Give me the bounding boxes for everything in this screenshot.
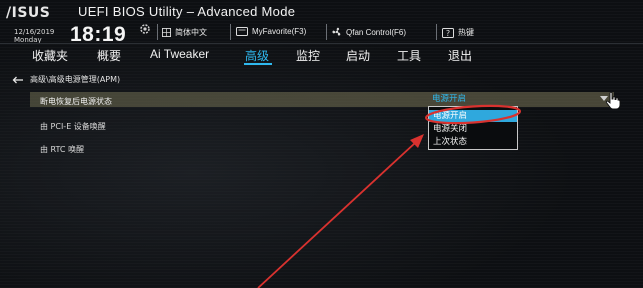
date-display: 12/16/2019 — [14, 28, 55, 36]
language-button[interactable]: 简体中文 — [162, 27, 207, 38]
tab-boot[interactable]: 启动 — [346, 47, 370, 64]
setting-rtc-wake-label[interactable]: 由 RTC 唤醒 — [40, 144, 84, 155]
language-label: 简体中文 — [175, 28, 207, 37]
tab-ai-tweaker[interactable]: Ai Tweaker — [150, 47, 209, 61]
select-current-value: 电源开启 — [432, 94, 467, 104]
svg-text:?: ? — [446, 29, 450, 38]
tab-overview[interactable]: 概要 — [97, 47, 121, 64]
separator — [326, 24, 327, 40]
gear-icon[interactable] — [139, 23, 151, 35]
asus-logo: /ISUS — [6, 5, 51, 21]
annotation-arrow-line — [257, 142, 416, 288]
breadcrumb-path: 高级\高级电源管理(APM) — [30, 75, 121, 84]
tab-favorites[interactable]: 收藏夹 — [32, 47, 68, 64]
qfan-button[interactable]: Qfan Control(F6) — [332, 27, 406, 37]
ac-power-loss-select[interactable]: 电源开启 — [430, 93, 610, 106]
window-title: UEFI BIOS Utility – Advanced Mode — [78, 4, 296, 19]
power-state-dropdown[interactable]: 电源开启 电源关闭 上次状态 — [428, 106, 518, 150]
globe-icon — [162, 28, 171, 37]
dropdown-option-last-state[interactable]: 上次状态 — [429, 136, 517, 148]
fan-icon — [332, 27, 341, 36]
annotation-arrow-head — [410, 134, 424, 148]
bios-screen: /ISUS UEFI BIOS Utility – Advanced Mode … — [0, 0, 643, 288]
separator — [436, 24, 437, 40]
separator — [157, 24, 158, 40]
star-icon — [236, 27, 248, 36]
dropdown-option-power-on[interactable]: 电源开启 — [429, 110, 517, 122]
hand-pointer-icon — [605, 92, 621, 110]
myfavorite-button[interactable]: MyFavorite(F3) — [236, 27, 306, 36]
tab-advanced[interactable]: 高级 — [245, 47, 269, 64]
header: /ISUS UEFI BIOS Utility – Advanced Mode … — [0, 0, 643, 46]
myfavorite-label: MyFavorite(F3) — [252, 27, 307, 36]
breadcrumb: 高级\高级电源管理(APM) — [12, 74, 120, 85]
hotkeys-button[interactable]: ? 热键 — [442, 27, 474, 38]
active-tab-indicator — [244, 63, 272, 65]
tab-monitor[interactable]: 监控 — [296, 47, 320, 64]
tab-tool[interactable]: 工具 — [397, 47, 421, 64]
setting-pcie-wake-label[interactable]: 由 PCI-E 设备唤醒 — [40, 121, 106, 132]
setting-ac-power-loss-label[interactable]: 断电恢复后电源状态 — [40, 96, 112, 107]
separator — [230, 24, 231, 40]
arrow-left-icon[interactable] — [12, 76, 24, 84]
main-menu: 收藏夹 概要 Ai Tweaker 高级 监控 启动 工具 退出 — [0, 44, 643, 68]
question-icon: ? — [442, 27, 454, 38]
tab-exit[interactable]: 退出 — [448, 47, 472, 64]
hotkeys-label: 热键 — [458, 28, 474, 37]
dropdown-option-power-off[interactable]: 电源关闭 — [429, 123, 517, 135]
qfan-label: Qfan Control(F6) — [346, 27, 407, 37]
